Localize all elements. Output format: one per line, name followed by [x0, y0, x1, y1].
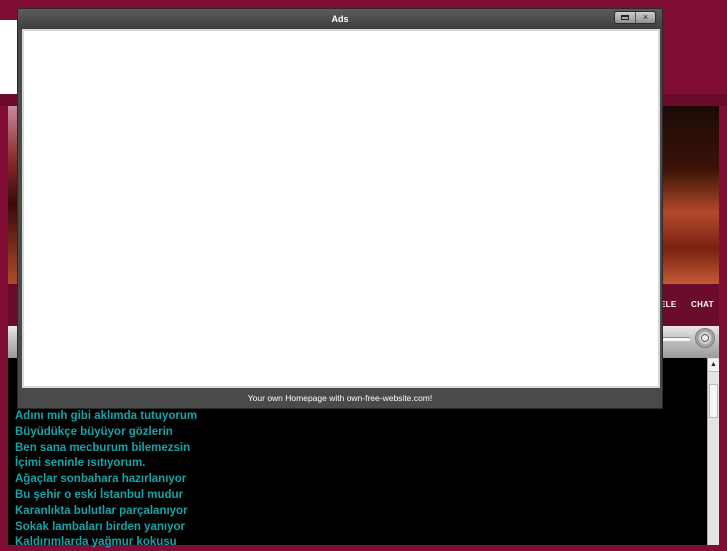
lyrics-line: Karanlıkta bulutlar parçalanıyor [15, 504, 188, 517]
lyrics-line: Ağaçlar sonbahara hazırlanıyor [15, 473, 187, 486]
ads-popup-window: Ads × Your own Homepage with own-free-we… [17, 8, 663, 409]
lyrics-line: Sokak lambaları birden yanıyor [15, 520, 186, 533]
maximize-icon[interactable] [615, 12, 636, 23]
lyrics-line: Adını mıh gibi aklımda tutuyorum [15, 410, 198, 422]
lyrics-line: Bu şehir o eski İstanbul mudur [15, 488, 184, 501]
volume-knob-icon[interactable] [695, 328, 715, 348]
popup-title: Ads [331, 14, 349, 24]
window-controls: × [614, 11, 656, 24]
banner-right-image [660, 106, 719, 284]
volume-slider[interactable] [662, 337, 690, 341]
ad-content-frame[interactable] [22, 29, 660, 388]
scroll-thumb[interactable] [709, 384, 718, 418]
lyrics-line: İçimi seninle ısıtıyorum. [15, 457, 146, 470]
content-scrollbar[interactable]: ▲ [707, 358, 719, 545]
popup-titlebar[interactable]: Ads × [18, 9, 662, 29]
lyrics-line: Kaldırımlarda yağmur kokusu [15, 536, 177, 549]
lyrics-line: Büyüdükçe büyüyor gözlerin [15, 425, 173, 438]
scroll-up-arrow-icon[interactable]: ▲ [708, 359, 719, 372]
close-icon[interactable]: × [636, 12, 655, 23]
popup-footer-link[interactable]: Your own Homepage with own-free-website.… [18, 391, 662, 405]
lyrics-list: Adını mıh gibi aklımda tutuyorum Büyüdük… [15, 409, 197, 551]
nav-item-chat[interactable]: CHAT [691, 300, 714, 309]
lyrics-line: Ben sana mecburum bilemezsin [15, 441, 191, 454]
